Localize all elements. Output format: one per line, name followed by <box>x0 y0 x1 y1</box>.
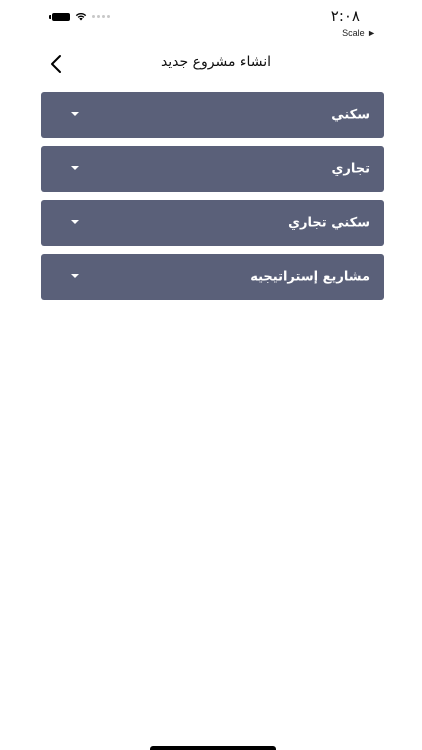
wifi-icon <box>75 12 87 21</box>
dropdown-label: مشاريع إستراتيجيه <box>250 269 370 285</box>
scale-label[interactable]: Scale ► <box>342 28 376 38</box>
dropdown-label: سكني <box>331 107 370 123</box>
header: انشاء مشروع جديد <box>0 46 422 82</box>
status-indicators <box>49 12 110 21</box>
home-indicator <box>150 746 276 750</box>
caret-down-icon <box>71 166 79 170</box>
dropdown-residential-commercial[interactable]: سكني تجاري <box>41 200 384 246</box>
dropdown-label: سكني تجاري <box>288 215 370 231</box>
status-bar: ٢:٠٨ Scale ► <box>0 0 422 44</box>
page-title: انشاء مشروع جديد <box>160 54 272 70</box>
dropdown-label: تجاري <box>331 161 370 177</box>
battery-icon <box>49 12 70 21</box>
caret-down-icon <box>71 274 79 278</box>
project-type-list: سكني تجاري سكني تجاري مشاريع إستراتيجيه <box>41 92 384 308</box>
caret-down-icon <box>71 220 79 224</box>
dropdown-commercial[interactable]: تجاري <box>41 146 384 192</box>
caret-down-icon <box>71 112 79 116</box>
status-time: ٢:٠٨ <box>330 7 360 25</box>
signal-icon <box>92 15 110 18</box>
dropdown-strategic-projects[interactable]: مشاريع إستراتيجيه <box>41 254 384 300</box>
dropdown-residential[interactable]: سكني <box>41 92 384 138</box>
